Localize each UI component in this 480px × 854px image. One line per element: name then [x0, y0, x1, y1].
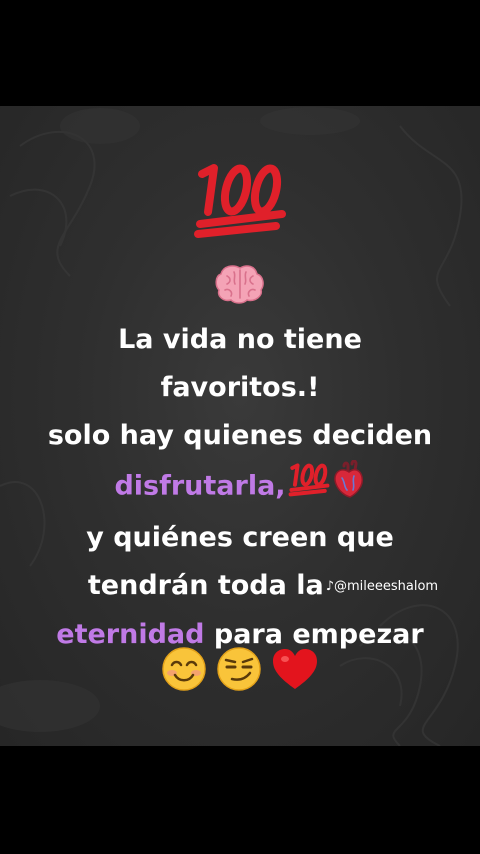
hundred-points-icon: [194, 164, 286, 238]
brain-emoji: [0, 264, 480, 307]
bottom-letterbox: [0, 746, 480, 854]
anatomical-heart-emoji: [332, 459, 366, 514]
quote-line-7-rest: para empezar: [204, 618, 424, 650]
final-emoji-row: [0, 646, 480, 692]
highlight-disfrutarla: disfrutarla,: [114, 470, 286, 502]
quote-text: La vida no tiene favoritos.! solo hay qu…: [0, 316, 480, 659]
quote-line-6: tendrán toda la ♪@mileeeshalom: [0, 562, 480, 611]
watermark-handle: @mileeeshalom: [334, 578, 439, 594]
hundred-points-emoji-inline: [286, 461, 332, 513]
video-frame: La vida no tiene favoritos.! solo hay qu…: [0, 0, 480, 854]
quote-line-3: solo hay quienes deciden: [47, 420, 433, 451]
smirking-face-icon: [217, 647, 261, 691]
smiling-face-icon: [162, 647, 206, 691]
top-letterbox: [0, 0, 480, 106]
tiktok-logo-icon: ♪: [325, 578, 334, 594]
hundred-points-icon: [288, 463, 329, 497]
quote-line-1: La vida no tiene: [118, 324, 362, 355]
quote-line-2: favoritos.!: [160, 372, 320, 403]
anatomical-heart-icon: [333, 459, 363, 498]
brain-icon: [215, 265, 264, 304]
quote-line-6-text: tendrán toda la: [87, 570, 324, 601]
red-heart-icon: [273, 649, 318, 689]
quote-line-4: disfrutarla,: [0, 459, 480, 514]
hundred-points-emoji-top: [0, 158, 480, 243]
post-image: La vida no tiene favoritos.! solo hay qu…: [0, 106, 480, 746]
quote-line-5: y quiénes creen que: [86, 522, 394, 553]
highlight-eternidad: eternidad: [56, 618, 205, 650]
tiktok-watermark: ♪@mileeeshalom: [326, 563, 438, 611]
